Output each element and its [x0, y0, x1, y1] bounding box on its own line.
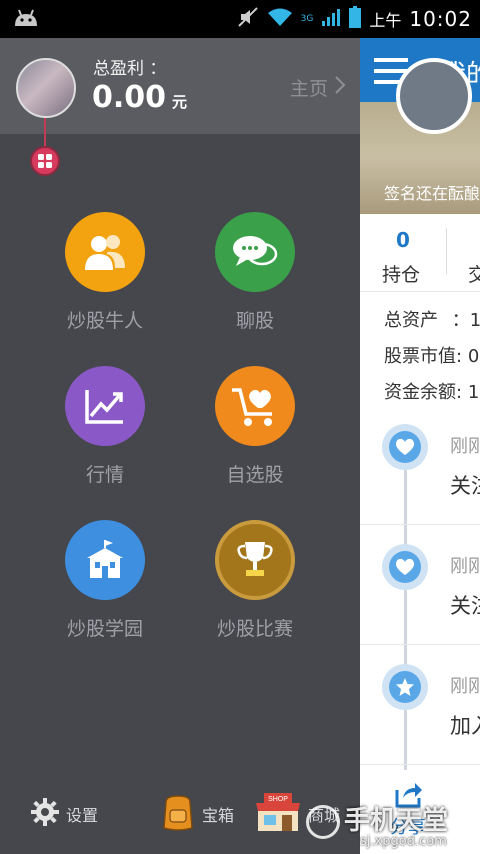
watermark-logo-icon	[306, 804, 340, 839]
asset-label: 总资产	[384, 310, 438, 331]
home-link-label: 主页	[289, 78, 328, 100]
asset-value: ：1	[451, 310, 480, 331]
apps-grid-icon[interactable]	[30, 146, 60, 176]
heart-plus-icon	[382, 544, 428, 590]
feed-divider	[360, 524, 480, 525]
chevron-right-icon	[334, 75, 346, 100]
mute-icon	[237, 6, 259, 32]
main-panel: 我的 签名还在酝酿中 0 持仓 交 总资产 ：1 股票市值: 0 资金余额: 1…	[360, 38, 480, 854]
heart-plus-icon	[382, 424, 428, 470]
menu-item-experts[interactable]: 炒股牛人	[45, 212, 165, 333]
watermark-text: 手机天堂	[344, 806, 449, 836]
side-drawer: 总盈利 ： 0.00 元 主页 炒股牛人 聊股 行情 自选股 炒股学园 炒股比赛…	[0, 38, 360, 854]
settings-button[interactable]: 设置	[30, 774, 98, 854]
battery-icon	[349, 6, 362, 32]
trophy-icon	[215, 520, 295, 600]
user-avatar[interactable]	[16, 58, 76, 118]
tab-trades[interactable]: 交	[468, 260, 480, 287]
menu-item-contest[interactable]: 炒股比赛	[195, 520, 315, 641]
profile-header: 总盈利 ： 0.00 元 主页	[0, 38, 360, 134]
feed-time: 刚刚	[450, 436, 480, 457]
treasure-label: 宝箱	[202, 806, 235, 825]
menu-item-label: 聊股	[235, 310, 274, 332]
asset-row-total: 总资产 ：1	[384, 306, 480, 332]
menu-item-label: 行情	[85, 464, 124, 486]
holdings-count: 0	[396, 228, 410, 252]
backpack-icon	[160, 792, 196, 836]
network-type-label: 3G	[300, 14, 314, 24]
android-icon	[12, 6, 40, 34]
feed-text[interactable]: 关注	[450, 590, 480, 620]
menu-item-school[interactable]: 炒股学园	[45, 520, 165, 641]
wifi-icon	[267, 7, 293, 31]
school-icon	[65, 520, 145, 600]
asset-value: 0	[467, 346, 480, 367]
star-icon	[382, 664, 428, 710]
panel-tabs: 0 持仓 交	[360, 214, 480, 292]
menu-item-label: 炒股比赛	[216, 618, 293, 640]
profit-label: 总盈利 ：	[93, 59, 167, 79]
feed-text[interactable]: 加入	[450, 710, 480, 740]
chart-icon	[65, 366, 145, 446]
asset-row-cash: 资金余额: 1	[384, 378, 479, 404]
watermark-title: 手机天堂	[306, 800, 448, 839]
menu-item-label: 自选股	[226, 464, 284, 486]
settings-label: 设置	[66, 806, 99, 825]
watermark-url: sj.xpgod.com	[360, 834, 447, 849]
menu-item-watchlist[interactable]: 自选股	[195, 366, 315, 487]
avatar-connector	[44, 118, 46, 146]
asset-row-stock-value: 股票市值: 0	[384, 342, 479, 368]
people-icon	[65, 212, 145, 292]
status-time: 10:02	[409, 7, 472, 31]
menu-item-label: 炒股牛人	[66, 310, 143, 332]
signature-text: 签名还在酝酿中	[384, 184, 480, 203]
feed-time: 刚刚	[450, 676, 480, 697]
home-link[interactable]: 主页	[290, 74, 346, 101]
shop-sign: SHOP	[268, 796, 288, 803]
profit-value: 0.00 元	[92, 80, 187, 115]
feed-time: 刚刚	[450, 556, 480, 577]
tab-holdings[interactable]: 持仓	[382, 260, 420, 287]
feed-divider	[360, 764, 480, 765]
status-bar: 3G 上午 10:02	[0, 0, 480, 38]
asset-label: 股票市值:	[384, 346, 463, 367]
tab-divider	[446, 228, 447, 274]
asset-value: 1	[467, 382, 480, 403]
feed-divider	[360, 644, 480, 645]
timeline-line	[404, 450, 407, 770]
profit-unit: 元	[172, 93, 188, 111]
cart-icon	[215, 366, 295, 446]
status-ampm: 上午	[369, 11, 402, 30]
chat-icon	[215, 212, 295, 292]
menu-item-market[interactable]: 行情	[45, 366, 165, 487]
gear-icon	[30, 797, 60, 831]
menu-item-chat[interactable]: 聊股	[195, 212, 315, 333]
shop-icon: SHOP	[254, 791, 302, 837]
panel-avatar[interactable]	[396, 58, 472, 134]
menu-item-label: 炒股学园	[66, 618, 143, 640]
profile-banner: 签名还在酝酿中	[360, 58, 480, 214]
asset-label: 资金余额:	[384, 382, 463, 403]
feed-text[interactable]: 关注	[450, 470, 480, 500]
signal-icon	[321, 7, 341, 31]
treasure-button[interactable]: 宝箱	[160, 774, 234, 854]
profit-amount: 0.00	[92, 80, 167, 115]
